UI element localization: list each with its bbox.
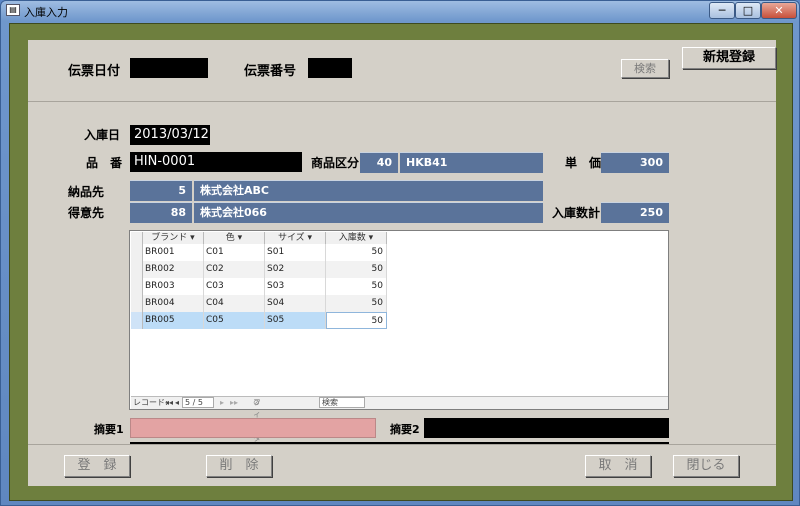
minimize-button[interactable]: ─ xyxy=(709,2,735,19)
delivery-name-field: 株式会社ABC xyxy=(194,180,543,201)
cell-brand[interactable]: BR001 xyxy=(143,244,204,261)
cell-size[interactable]: S04 xyxy=(265,295,326,312)
cell-color[interactable]: C05 xyxy=(204,312,265,329)
cell-qty[interactable]: 50 xyxy=(326,278,387,295)
record-label: レコード: xyxy=(133,398,168,407)
receipt-date-field[interactable]: 2013/03/12 xyxy=(130,125,210,145)
column-header-color[interactable]: 色 ▾ xyxy=(204,232,265,244)
prev-record-button[interactable]: ◂ xyxy=(175,397,179,409)
cell-size[interactable]: S01 xyxy=(265,244,326,261)
unit-price-label: 単 価 xyxy=(565,156,602,170)
cell-color[interactable]: C03 xyxy=(204,278,265,295)
category-label: 商品区分 xyxy=(311,156,360,170)
last-record-button[interactable]: ▸▸ xyxy=(230,397,238,409)
grid-search-input[interactable]: 検索 xyxy=(319,397,365,408)
item-no-label: 品 番 xyxy=(86,156,123,170)
grid-corner[interactable] xyxy=(131,232,143,244)
window-title: 入庫入力 xyxy=(24,6,68,19)
cell-qty[interactable]: 50 xyxy=(326,295,387,312)
column-header-size[interactable]: サイズ ▾ xyxy=(265,232,326,244)
category-name-field: HKB41 xyxy=(400,152,543,173)
cell-brand[interactable]: BR003 xyxy=(143,278,204,295)
application-window: ▤ 入庫入力 ─ □ ✕ 伝票日付 伝票番号 検索 新規登録 入庫日 2013/… xyxy=(0,0,800,506)
slip-no-label: 伝票番号 xyxy=(244,64,297,79)
cancel-button[interactable]: 取 消 xyxy=(585,455,651,477)
row-selector[interactable] xyxy=(131,261,143,278)
cell-brand[interactable]: BR002 xyxy=(143,261,204,278)
next-record-button[interactable]: ▸ xyxy=(220,397,224,409)
slip-no-field[interactable] xyxy=(308,58,352,78)
unit-price-field[interactable]: 300 xyxy=(601,152,669,173)
cell-qty[interactable]: 50 xyxy=(326,261,387,278)
cell-size[interactable]: S02 xyxy=(265,261,326,278)
entry-form: 伝票日付 伝票番号 検索 新規登録 入庫日 2013/03/12 品 番 HIN… xyxy=(28,40,776,486)
row-selector[interactable] xyxy=(131,312,143,329)
column-header-label: 色 xyxy=(225,233,235,243)
register-button[interactable]: 登 録 xyxy=(64,455,130,477)
cell-color[interactable]: C04 xyxy=(204,295,265,312)
row-selector[interactable] xyxy=(131,278,143,295)
summary2-field[interactable] xyxy=(424,418,669,438)
summary1-field[interactable] xyxy=(130,418,376,438)
delivery-code-field[interactable]: 5 xyxy=(130,180,192,201)
column-header-label: 入庫数 xyxy=(338,233,366,243)
close-button[interactable]: 閉じる xyxy=(673,455,739,477)
slip-date-field[interactable] xyxy=(130,58,208,78)
summary1-label: 摘要1 xyxy=(94,423,124,436)
row-selector[interactable] xyxy=(131,295,143,312)
search-button[interactable]: 検索 xyxy=(621,59,669,78)
cell-qty[interactable]: 50 xyxy=(326,312,387,329)
customer-code-field[interactable]: 88 xyxy=(130,202,192,223)
customer-label: 得意先 xyxy=(68,206,105,220)
record-navigator: レコード: ◂◂ ◂ 5 / 5 ▸ ▸▸ ⊘ フィルターなし 検索 xyxy=(131,396,668,479)
cell-brand[interactable]: BR004 xyxy=(143,295,204,312)
form-frame: 伝票日付 伝票番号 検索 新規登録 入庫日 2013/03/12 品 番 HIN… xyxy=(9,23,793,501)
column-header-qty[interactable]: 入庫数 ▾ xyxy=(326,232,387,244)
button-bar: 登 録 削 除 取 消 閉じる xyxy=(28,444,776,480)
qty-total-label: 入庫数計 xyxy=(552,206,601,220)
cell-color[interactable]: C02 xyxy=(204,261,265,278)
column-header-brand[interactable]: ブランド ▾ xyxy=(143,232,204,244)
slip-date-label: 伝票日付 xyxy=(68,64,121,79)
delivery-label: 納品先 xyxy=(68,185,105,199)
new-record-button[interactable]: 新規登録 xyxy=(682,47,776,69)
receipt-detail-grid[interactable]: ブランド ▾ 色 ▾ サイズ ▾ 入庫数 ▾ BR001 C01 S01 50 … xyxy=(129,230,669,479)
column-header-label: サイズ xyxy=(277,233,305,243)
receipt-date-label: 入庫日 xyxy=(84,128,121,142)
delete-button[interactable]: 削 除 xyxy=(206,455,272,477)
cell-color[interactable]: C01 xyxy=(204,244,265,261)
title-bar[interactable]: ▤ 入庫入力 ─ □ ✕ xyxy=(1,1,799,21)
item-no-field[interactable]: HIN-0001 xyxy=(130,152,302,172)
summary2-label: 摘要2 xyxy=(390,423,420,436)
row-selector[interactable] xyxy=(131,244,143,261)
form-icon: ▤ xyxy=(6,4,20,16)
close-window-button[interactable]: ✕ xyxy=(761,2,797,19)
cell-brand[interactable]: BR005 xyxy=(143,312,204,329)
qty-total-field: 250 xyxy=(601,202,669,223)
record-position-input[interactable]: 5 / 5 xyxy=(182,397,214,408)
cell-size[interactable]: S05 xyxy=(265,312,326,329)
customer-name-field: 株式会社066 xyxy=(194,202,543,223)
first-record-button[interactable]: ◂◂ xyxy=(165,397,173,409)
cell-qty[interactable]: 50 xyxy=(326,244,387,261)
cell-size[interactable]: S03 xyxy=(265,278,326,295)
column-header-label: ブランド xyxy=(151,233,188,243)
maximize-button[interactable]: □ xyxy=(735,2,761,19)
category-code-field[interactable]: 40 xyxy=(360,152,398,173)
